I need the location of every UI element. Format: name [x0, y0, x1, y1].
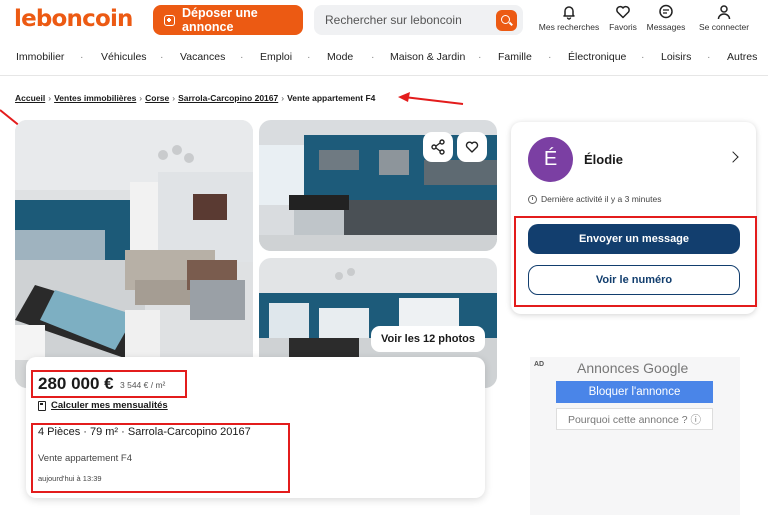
share-icon [431, 139, 445, 155]
last-activity: Dernière activité il y a 3 minutes [528, 194, 661, 204]
ad-label: AD [534, 361, 545, 368]
ad-title: Annonces Google [577, 360, 689, 376]
seller-name[interactable]: Élodie [584, 152, 623, 167]
contact-highlight-box [514, 216, 757, 307]
last-activity-text: Dernière activité il y a 3 minutes [541, 194, 662, 204]
living-room-photo [15, 120, 253, 388]
block-ad-button[interactable]: Bloquer l'annonce [556, 381, 713, 403]
chevron-right-icon[interactable] [727, 151, 739, 163]
why-this-ad-button[interactable]: Pourquoi cette annonce ? ⓘ [556, 408, 713, 430]
details-highlight-box [31, 423, 290, 493]
avatar[interactable]: É [528, 137, 573, 182]
calculate-payments-label: Calculer mes mensualités [51, 400, 168, 411]
view-photos-button[interactable]: Voir les 12 photos [371, 326, 485, 352]
heart-icon [465, 141, 479, 153]
calculator-icon [38, 400, 46, 411]
favorite-button[interactable] [457, 132, 487, 162]
main-photo[interactable] [15, 120, 253, 388]
ad-area: AD Annonces Google Bloquer l'annonce Pou… [530, 357, 740, 515]
calculate-payments-link[interactable]: Calculer mes mensualités [38, 400, 168, 411]
price-highlight-box [31, 370, 187, 398]
share-button[interactable] [423, 132, 453, 162]
clock-icon [528, 194, 537, 204]
